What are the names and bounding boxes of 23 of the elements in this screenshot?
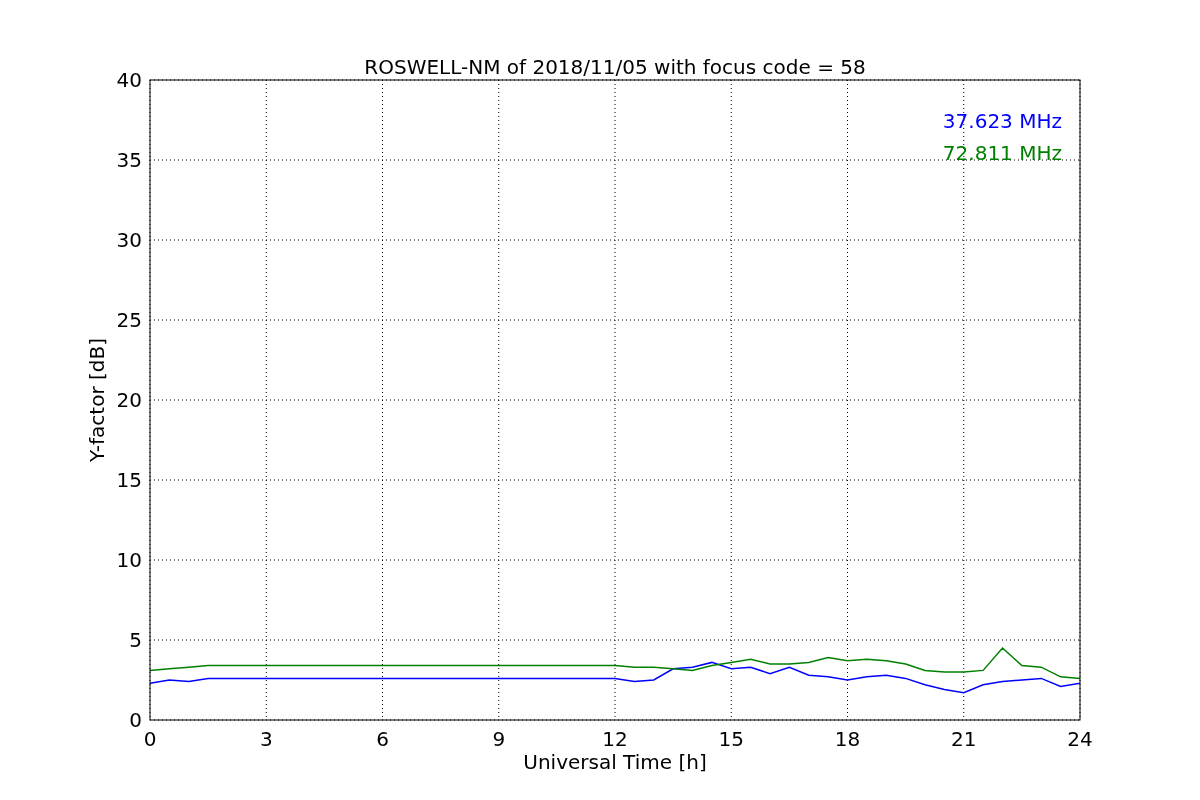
y-tick-label: 5	[129, 628, 142, 652]
chart-title: ROSWELL-NM of 2018/11/05 with focus code = 58	[364, 55, 866, 79]
y-tick-label: 10	[116, 548, 142, 572]
x-tick-label: 15	[718, 727, 744, 751]
y-tick-label: 35	[116, 148, 142, 172]
y-tick-label: 20	[116, 388, 142, 412]
x-axis-label: Universal Time [h]	[523, 750, 707, 774]
x-tick-label: 6	[376, 727, 389, 751]
y-tick-label: 30	[116, 228, 142, 252]
x-tick-label: 24	[1067, 727, 1093, 751]
x-tick-label: 3	[259, 727, 273, 751]
x-tick-label: 9	[492, 727, 506, 751]
y-tick-label: 0	[129, 708, 142, 732]
x-tick-label: 0	[143, 727, 157, 751]
y-tick-label: 15	[116, 468, 142, 492]
x-tick-label: 12	[602, 727, 628, 751]
y-tick-label: 25	[116, 308, 142, 332]
y-axis-label: Y-factor [dB]	[85, 338, 109, 462]
x-tick-label: 21	[951, 727, 977, 751]
x-tick-label: 18	[834, 727, 861, 751]
y-tick-label: 40	[116, 68, 142, 92]
legend-label: 37.623 MHz	[942, 109, 1062, 133]
legend-label: 72.811 MHz	[942, 141, 1062, 165]
